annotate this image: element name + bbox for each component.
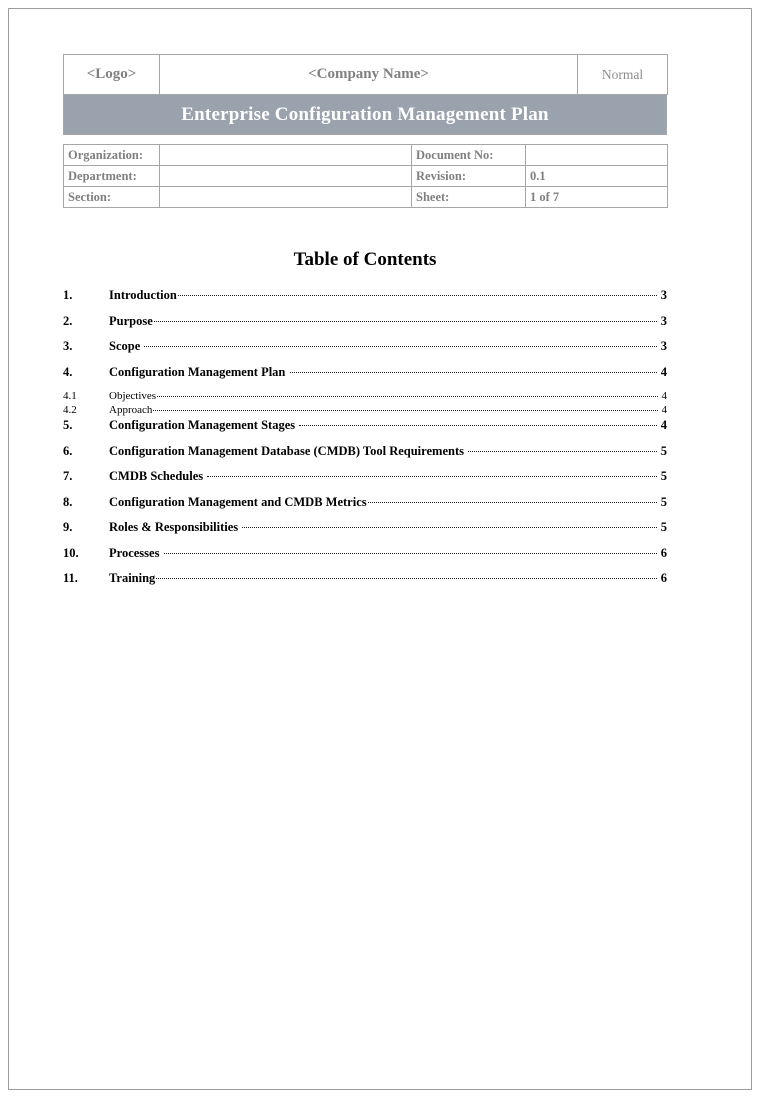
toc-entry-number: 4.2: [63, 404, 77, 416]
toc-entry-page-number: 4: [660, 418, 667, 432]
toc-leader-dots: [153, 410, 658, 411]
toc-leader-dots: [156, 578, 657, 579]
document-no-label: Document No:: [411, 144, 526, 166]
section-label: Section:: [63, 186, 160, 208]
toc-entry-number: 5.: [63, 418, 73, 432]
toc-entry[interactable]: 4. Configuration Management Plan 4: [63, 365, 667, 380]
toc-leader-dots: [468, 450, 657, 452]
toc-leader-dots: [144, 346, 657, 347]
toc-leader-dots: [242, 527, 657, 528]
toc-leader-dots: [207, 476, 657, 477]
toc-entry[interactable]: 6. Configuration Management Database (CMD…: [63, 444, 667, 459]
toc-entry-number: 6.: [63, 443, 73, 458]
document-no-value: [525, 144, 668, 166]
organization-label: Organization:: [63, 144, 160, 166]
logo-placeholder-cell: <Logo>: [63, 54, 160, 95]
toc-entry[interactable]: 11. Training 6: [63, 571, 667, 586]
toc-entry[interactable]: 10. Processes 6: [63, 546, 667, 561]
toc-entry-page-number: 6: [660, 571, 667, 585]
section-value: [159, 186, 412, 208]
document-page: <Logo> <Company Name> Normal Enterprise …: [8, 8, 752, 1090]
toc-entry-page-number: 3: [660, 339, 667, 353]
table-of-contents-list: 1. Introduction 3 2. Purpose 3 3. Scope 3 4. Conf…: [63, 288, 667, 586]
toc-entry-page-number: 3: [660, 288, 667, 302]
table-row: Section: Sheet: 1 of 7: [63, 186, 668, 208]
toc-entry-label: Configuration Management and CMDB Metric…: [109, 494, 367, 509]
toc-entry-number: 4.: [63, 364, 73, 379]
document-title: Enterprise Configuration Management Plan: [181, 103, 549, 125]
toc-entry[interactable]: 4.2 Approach 4: [63, 404, 667, 416]
revision-label: Revision:: [411, 165, 526, 187]
document-title-banner: Enterprise Configuration Management Plan: [63, 95, 667, 135]
toc-entry-number: 9.: [63, 520, 73, 534]
toc-leader-dots: [289, 371, 657, 373]
toc-entry-number: 7.: [63, 469, 73, 483]
revision-value: 0.1: [525, 165, 668, 187]
toc-leader-dots: [163, 552, 657, 554]
sheet-label: Sheet:: [411, 186, 526, 208]
toc-entry-label: Purpose: [109, 313, 153, 328]
toc-entry[interactable]: 4.1 Objectives 4: [63, 390, 667, 402]
toc-entry-number: 4.1: [63, 390, 77, 402]
department-label: Department:: [63, 165, 160, 187]
table-row: Department: Revision: 0.1: [63, 165, 668, 187]
toc-entry[interactable]: 7. CMDB Schedules 5: [63, 469, 667, 484]
toc-entry-number: 10.: [63, 545, 79, 560]
toc-entry-label: Configuration Management Database (CMDB)…: [109, 443, 468, 458]
table-of-contents-heading: Table of Contents: [293, 249, 437, 270]
page-content: <Logo> <Company Name> Normal Enterprise …: [63, 54, 668, 597]
toc-entry[interactable]: 2. Purpose 3: [63, 314, 667, 329]
toc-entry[interactable]: 3. Scope 3: [63, 339, 667, 354]
toc-entry-page-number: 5: [660, 494, 667, 509]
toc-leader-dots: [153, 320, 657, 322]
toc-entry-label: Scope: [109, 339, 144, 353]
toc-entry-page-number: 4: [661, 404, 668, 416]
organization-value: [159, 144, 412, 166]
toc-entry-page-number: 5: [660, 443, 667, 458]
toc-entry-label: Introduction: [109, 288, 177, 302]
header-row: <Logo> <Company Name> Normal: [63, 54, 668, 95]
toc-entry-page-number: 6: [660, 545, 667, 560]
document-status-cell: Normal: [577, 54, 668, 95]
document-info-table: Organization: Document No: Department: R…: [63, 144, 668, 208]
toc-entry-page-number: 3: [660, 313, 667, 328]
toc-entry-label: Roles & Responsibilities: [109, 520, 242, 534]
toc-entry-page-number: 4: [661, 390, 668, 402]
toc-entry-number: 8.: [63, 494, 73, 509]
toc-entry-label: Training: [109, 571, 156, 585]
toc-entry-label: Configuration Management Stages: [109, 418, 299, 432]
toc-entry-label: Processes: [109, 545, 163, 560]
toc-leader-dots: [177, 295, 657, 296]
sheet-value: 1 of 7: [525, 186, 668, 208]
toc-entry-label: Configuration Management Plan: [109, 364, 289, 379]
department-value: [159, 165, 412, 187]
toc-entry-page-number: 5: [660, 469, 667, 483]
toc-entry-label: CMDB Schedules: [109, 469, 207, 483]
toc-entry-page-number: 5: [660, 520, 667, 534]
company-name-cell: <Company Name>: [159, 54, 578, 95]
toc-leader-dots: [157, 396, 658, 397]
toc-entry[interactable]: 8. Configuration Management and CMDB Metr…: [63, 495, 667, 510]
toc-entry-number: 2.: [63, 313, 73, 328]
document-header-table: <Logo> <Company Name> Normal: [63, 54, 668, 95]
toc-entry-label: Approach: [109, 404, 153, 416]
toc-leader-dots: [299, 425, 657, 426]
toc-entry-page-number: 4: [660, 364, 667, 379]
toc-entry[interactable]: 1. Introduction 3: [63, 288, 667, 303]
toc-entry-label: Objectives: [109, 390, 157, 402]
toc-entry-number: 11.: [63, 571, 78, 585]
table-row: Organization: Document No:: [63, 144, 668, 166]
toc-leader-dots: [367, 501, 657, 503]
toc-entry[interactable]: 9. Roles & Responsibilities 5: [63, 520, 667, 535]
toc-entry[interactable]: 5. Configuration Management Stages 4: [63, 418, 667, 433]
toc-entry-number: 1.: [63, 288, 73, 302]
toc-entry-number: 3.: [63, 339, 73, 353]
